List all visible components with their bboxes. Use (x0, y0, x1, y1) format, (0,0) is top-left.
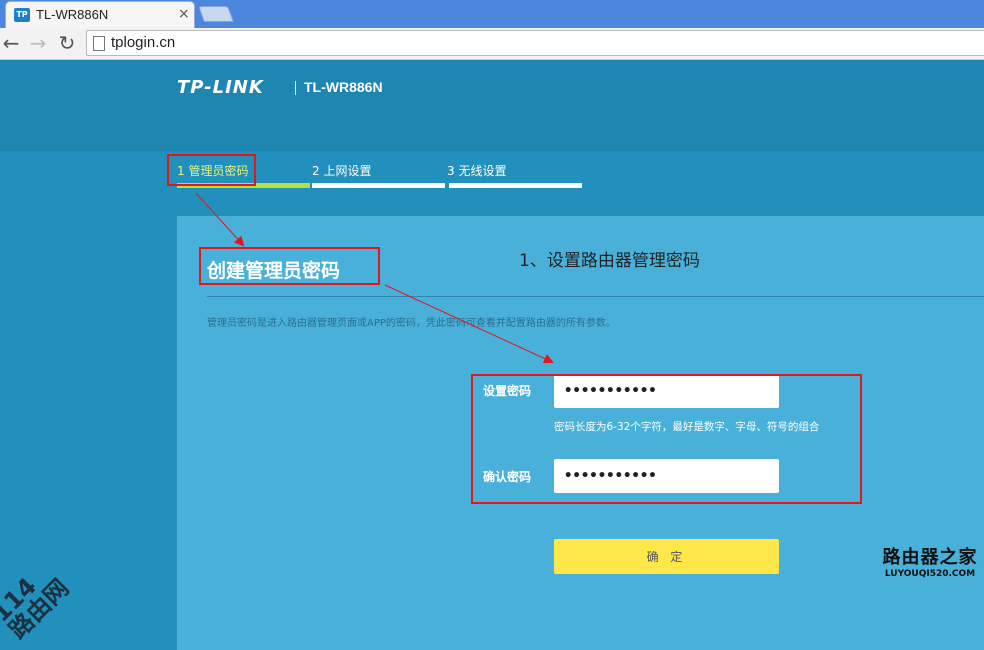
reload-icon[interactable]: ↻ (56, 32, 78, 54)
logo-divider (295, 81, 296, 95)
router-model: TL-WR886N (304, 79, 383, 95)
tab-title: TL-WR886N (36, 7, 109, 22)
tp-link-favicon-icon: TP (14, 8, 30, 22)
watermark-luyouqi-sub: LUYOUQI520.COM (884, 569, 976, 579)
annotation-text: 1、设置路由器管理密码 (519, 251, 700, 271)
title-divider (207, 296, 984, 297)
watermark-luyouqi: 路由器之家 LUYOUQI520.COM (880, 543, 980, 579)
tp-link-logo: TP-LINK (177, 77, 264, 98)
title-highlight-box (199, 247, 380, 285)
browser-toolbar: ← → ↻ tplogin.cn (0, 28, 984, 60)
back-arrow-icon[interactable]: ← (0, 32, 22, 54)
confirm-button[interactable]: 确 定 (554, 539, 779, 574)
step-internet-settings: 2 上网设置 (312, 164, 372, 178)
step-wireless-settings: 3 无线设置 (447, 164, 507, 178)
new-tab-button[interactable] (198, 6, 234, 22)
browser-tab-strip: TP TL-WR886N × (0, 0, 984, 28)
address-bar[interactable]: tplogin.cn (86, 30, 984, 56)
step-highlight-box (167, 154, 256, 186)
url-text: tplogin.cn (111, 34, 176, 51)
browser-tab[interactable]: TP TL-WR886N × (5, 1, 195, 28)
forward-arrow-icon[interactable]: → (27, 32, 49, 54)
watermark-114: 114 路由网 (0, 558, 74, 644)
watermark-luyouqi-main: 路由器之家 (882, 547, 978, 568)
page-header: TP-LINK TL-WR886N (0, 61, 984, 151)
router-setup-page: TP-LINK TL-WR886N 1 管理员密码 2 上网设置 3 无线设置 … (0, 61, 984, 650)
panel-description: 管理员密码是进入路由器管理页面或APP的密码，凭此密码可查看并配置路由器的所有参… (207, 318, 616, 329)
page-icon (93, 36, 105, 51)
close-tab-icon[interactable]: × (178, 6, 190, 22)
progress-segment-2 (312, 183, 445, 188)
form-highlight-box (471, 374, 862, 504)
progress-segment-3 (449, 183, 582, 188)
